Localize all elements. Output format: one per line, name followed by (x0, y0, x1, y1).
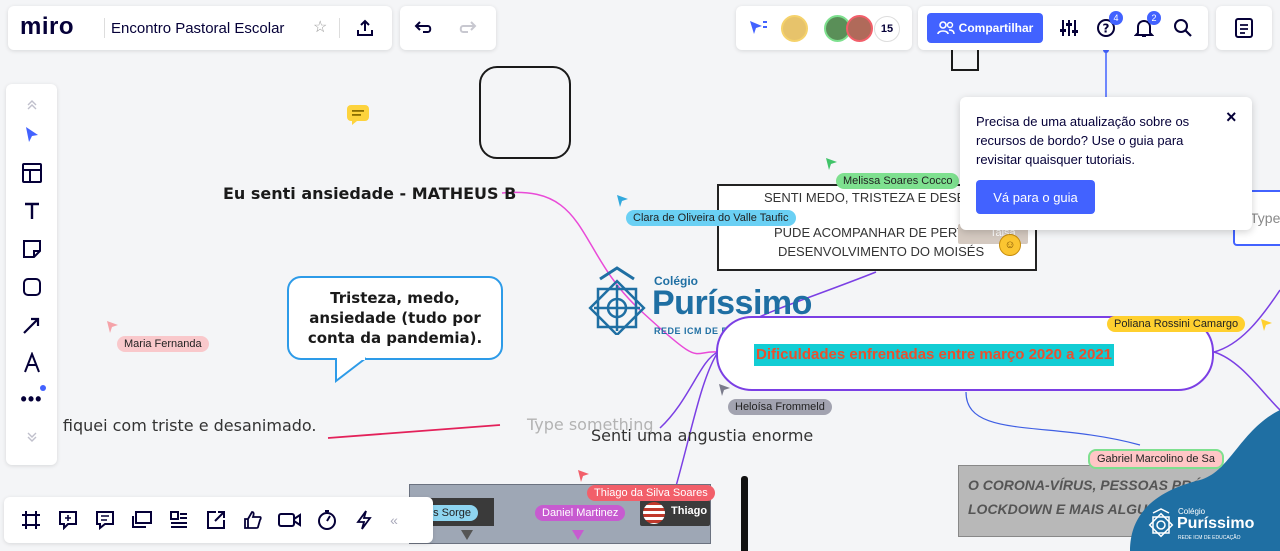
watermark-big: Puríssimo (1177, 515, 1255, 532)
edge-type-text: Type (1250, 210, 1280, 226)
note-line-1: SENTI MEDO, TRISTEZA E DESESP (764, 190, 983, 205)
note-line-2: PUDE ACOMPANHAR DE PERTO (774, 225, 975, 240)
cursor-thiago: Thiago da Silva Soares (587, 485, 715, 501)
speech-bubble-tail (335, 357, 367, 383)
notifications-badge: 2 (1147, 11, 1161, 25)
cursor-arrow-poliana (1261, 319, 1272, 331)
collaborator-count[interactable]: 15 (874, 16, 900, 42)
timer-icon[interactable] (308, 500, 345, 540)
avatar-user-3[interactable] (846, 15, 873, 42)
cursor-gabriel: Gabriel Marcolino de Sa (1088, 449, 1225, 469)
miro-logo[interactable]: miro (20, 13, 74, 41)
avatar-user-1[interactable] (781, 15, 808, 42)
sticky-note-icon[interactable] (14, 232, 50, 266)
redo-icon[interactable] (455, 15, 481, 41)
vertical-bar (741, 476, 748, 551)
people-icon (936, 21, 955, 35)
share-button[interactable]: Compartilhar (927, 13, 1043, 43)
lightning-apps-icon[interactable] (345, 500, 382, 540)
scroll-up-icon[interactable] (14, 92, 50, 118)
actions-panel: Compartilhar ? 4 2 (918, 6, 1208, 50)
connector-right-down (1213, 351, 1280, 411)
help-badge: 4 (1109, 11, 1123, 25)
undo-redo-panel (400, 6, 496, 50)
upload-icon[interactable] (352, 15, 378, 41)
undo-icon[interactable] (410, 15, 436, 41)
partial-square-shape[interactable] (951, 50, 979, 71)
collapse-toolbar-icon[interactable]: « (382, 500, 406, 540)
share-label: Compartilhar (958, 21, 1034, 35)
text-anxiety[interactable]: Eu senti ansiedade - MATHEUS B (223, 184, 516, 203)
flag-icon (643, 502, 665, 524)
follow-cursor-icon[interactable] (746, 17, 770, 39)
purissimo-emblem-icon (588, 266, 646, 335)
divider (104, 18, 105, 38)
screen-share-icon[interactable] (123, 500, 160, 540)
bottom-toolbar: « (4, 497, 433, 543)
tooltip-message: Precisa de uma atualização sobre os recu… (976, 114, 1190, 167)
watermark-sub: REDE ICM DE EDUCAÇÃO (1178, 535, 1241, 541)
scroll-down-icon[interactable] (14, 422, 50, 452)
star-icon[interactable]: ☆ (313, 17, 327, 37)
search-icon[interactable] (1171, 16, 1195, 40)
thiago-video-tile: Thiago (640, 500, 710, 526)
board-title[interactable]: Encontro Pastoral Escolar (111, 20, 284, 37)
cursor-heloisa: Heloísa Frommeld (728, 399, 832, 415)
left-toolbar: ••• (6, 84, 57, 465)
collaborators-panel: 15 (736, 6, 912, 50)
settings-sliders-icon[interactable] (1057, 16, 1081, 40)
cursor-arrow-maria (107, 321, 118, 333)
comment-icon[interactable] (346, 104, 370, 126)
divider-2 (339, 18, 340, 38)
chat-icon[interactable] (86, 500, 123, 540)
shape-tool-icon[interactable] (14, 270, 50, 304)
emoji-face-icon: ☺ (999, 234, 1021, 256)
connector-angustia (659, 351, 719, 429)
presentation-icon[interactable] (197, 500, 234, 540)
reactions-thumb-icon[interactable] (234, 500, 271, 540)
board-canvas[interactable]: Eu senti ansiedade - MATHEUS B Tristeza,… (0, 0, 1280, 551)
cursor-arrow-heloisa (719, 384, 730, 396)
note-line-3: DESENVOLVIMENTO DO MOISÉS (778, 244, 985, 259)
select-cursor-icon[interactable] (14, 118, 50, 152)
grey-arrow-1 (461, 530, 473, 540)
cursor-maria: Maria Fernanda (117, 336, 209, 352)
thiago-label: Thiago (671, 505, 708, 517)
watermark-emblem-icon (1148, 508, 1174, 538)
video-call-icon[interactable] (271, 500, 308, 540)
guide-button[interactable]: Vá para o guia (976, 180, 1095, 214)
speech-bubble-text: Tristeza, medo, ansiedade (tudo por cont… (307, 289, 483, 347)
cursor-arrow-clara (617, 195, 628, 207)
central-topic-text: Dificuldades enfrentadas entre março 202… (754, 344, 1115, 366)
cursor-arrow-melissa (826, 158, 837, 170)
purple-arrow (572, 530, 584, 540)
more-tools-icon[interactable]: ••• (14, 382, 50, 416)
cursor-poliana: Poliana Rossini Camargo (1107, 316, 1246, 332)
rounded-square-shape[interactable] (479, 66, 571, 159)
cards-icon[interactable] (160, 500, 197, 540)
more-tools-dot (39, 385, 46, 391)
templates-icon[interactable] (14, 156, 50, 190)
board-menu-panel (1216, 6, 1272, 50)
cursor-melissa: Melissa Soares Cocco (836, 173, 960, 189)
connector-gabriel (965, 391, 1141, 446)
tooltip-close-icon[interactable]: × (1226, 107, 1237, 128)
cursor-clara: Clara de Oliveira do Valle Taufic (626, 210, 796, 226)
comment-tool-icon[interactable] (49, 500, 86, 540)
guide-tooltip: Precisa de uma atualização sobre os recu… (960, 97, 1252, 230)
pen-tool-icon[interactable] (14, 346, 50, 380)
frames-icon[interactable] (12, 500, 49, 540)
connection-line-icon[interactable] (14, 308, 50, 342)
watermark-logo: Colégio Puríssimo REDE ICM DE EDUCAÇÃO (1148, 506, 1278, 546)
cursor-daniel: Daniel Martinez (535, 505, 626, 521)
menu-list-icon[interactable] (1231, 16, 1257, 40)
text-angustia[interactable]: Senti uma angustia enorme (591, 426, 813, 445)
text-sad[interactable]: o fiquei com triste e desanimado. (48, 416, 317, 435)
board-title-panel: miro Encontro Pastoral Escolar ☆ (8, 6, 392, 50)
svg-text:?: ? (1103, 22, 1110, 36)
cursor-arrow-thiago (578, 470, 589, 482)
text-tool-icon[interactable] (14, 194, 50, 228)
connector-sad (327, 424, 501, 439)
